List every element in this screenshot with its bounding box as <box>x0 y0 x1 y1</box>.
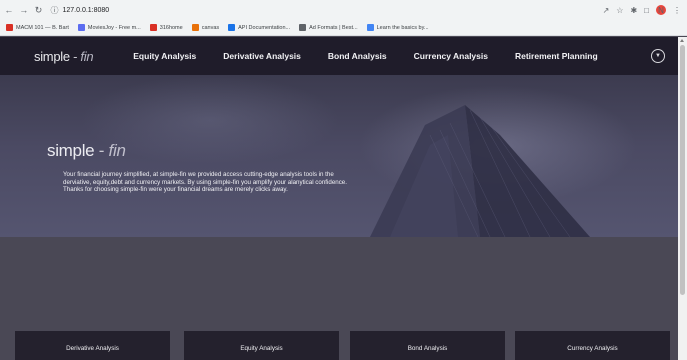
bookmark-favicon-icon <box>149 24 157 31</box>
bookmark-favicon-icon <box>299 24 307 31</box>
bookmark-label: Ad Formats | Best... <box>309 24 358 31</box>
reload-icon[interactable]: ↻ <box>33 3 45 17</box>
bookmark-item[interactable]: 316home <box>149 24 183 31</box>
star-icon[interactable]: ☆ <box>616 6 623 15</box>
card-bond-analysis[interactable]: Bond Analysis <box>350 331 505 360</box>
bookmark-item[interactable]: API Documentation... <box>228 24 290 31</box>
brand-logo[interactable]: simple - fin <box>34 48 94 64</box>
bookmark-item[interactable]: canvas <box>191 24 220 31</box>
forward-arrow-icon[interactable]: → <box>18 3 30 17</box>
hero-banner: simple - fin Your financial journey simp… <box>0 75 678 237</box>
hero-description: Your financial journey simplified, at si… <box>63 171 347 194</box>
hero-title: simple - fin <box>47 141 126 161</box>
hero-title-part1: simple <box>47 141 95 160</box>
bookmark-favicon-icon <box>6 24 13 31</box>
skyscraper-image <box>370 105 590 237</box>
back-arrow-icon[interactable]: ← <box>3 3 15 17</box>
nav-links: Equity Analysis Derivative Analysis Bond… <box>133 51 624 61</box>
card-currency-analysis[interactable]: Currency Analysis <box>515 331 670 360</box>
bookmark-item[interactable]: Ad Formats | Best... <box>299 24 358 31</box>
card-label: Equity Analysis <box>240 345 283 352</box>
browser-toolbar: ← → ↻ ⓘ 127.0.0.1:8080 ↗ ☆ ✱ □ N ⋮ <box>0 0 687 20</box>
bookmark-label: canvas <box>201 24 220 31</box>
card-derivative-analysis[interactable]: Derivative Analysis <box>15 331 170 360</box>
hero-title-part2: fin <box>108 141 126 160</box>
bookmark-item[interactable]: MACM 101 — B. Bart <box>6 24 69 31</box>
menu-icon[interactable]: ⋮ <box>673 6 681 15</box>
nav-link-equity[interactable]: Equity Analysis <box>133 51 196 61</box>
card-label: Derivative Analysis <box>66 345 119 352</box>
nav-link-derivative[interactable]: Derivative Analysis <box>223 51 301 61</box>
nav-link-currency[interactable]: Currency Analysis <box>414 51 488 61</box>
scroll-up-arrow-icon[interactable] <box>680 39 684 42</box>
bookmark-label: MACM 101 — B. Bart <box>16 24 69 31</box>
address-bar[interactable]: ⓘ 127.0.0.1:8080 <box>50 3 602 17</box>
bookmark-item[interactable]: MoviesJoy - Free m... <box>77 24 141 31</box>
brand-part1: simple <box>34 48 70 64</box>
brand-dash: - <box>69 48 81 64</box>
extensions-icon[interactable]: ✱ <box>630 6 637 15</box>
bookmark-item[interactable]: Learn the basics by... <box>366 24 429 31</box>
bookmark-label: 316home <box>159 24 183 31</box>
chevron-down-icon[interactable]: ▼ <box>651 49 665 63</box>
profile-avatar[interactable]: N <box>656 5 666 15</box>
bookmark-favicon-icon <box>228 24 236 31</box>
bookmark-favicon-icon <box>191 24 199 31</box>
card-equity-analysis[interactable]: Equity Analysis <box>184 331 339 360</box>
bookmark-favicon-icon <box>77 24 85 31</box>
sidebar-icon[interactable]: □ <box>644 6 649 15</box>
card-label: Bond Analysis <box>407 345 448 352</box>
share-icon[interactable]: ↗ <box>603 6 610 15</box>
bookmarks-bar: MACM 101 — B. Bart MoviesJoy - Free m... 3… <box>0 20 687 36</box>
nav-link-retirement[interactable]: Retirement Planning <box>515 51 598 61</box>
hero-title-dash: - <box>94 141 109 160</box>
site-navbar: simple - fin Equity Analysis Derivative … <box>0 37 678 75</box>
bookmark-label: MoviesJoy - Free m... <box>87 24 141 31</box>
scroll-thumb[interactable] <box>680 45 685 295</box>
nav-link-bond[interactable]: Bond Analysis <box>328 51 387 61</box>
brand-part2: fin <box>80 48 94 64</box>
bookmark-label: Learn the basics by... <box>376 24 429 31</box>
page-scrollbar[interactable] <box>678 37 687 360</box>
site-info-icon[interactable]: ⓘ <box>50 5 58 16</box>
url-text: 127.0.0.1:8080 <box>62 6 110 14</box>
card-label: Currency Analysis <box>567 345 618 352</box>
bookmark-favicon-icon <box>366 24 374 31</box>
bookmark-label: API Documentation... <box>238 24 291 31</box>
